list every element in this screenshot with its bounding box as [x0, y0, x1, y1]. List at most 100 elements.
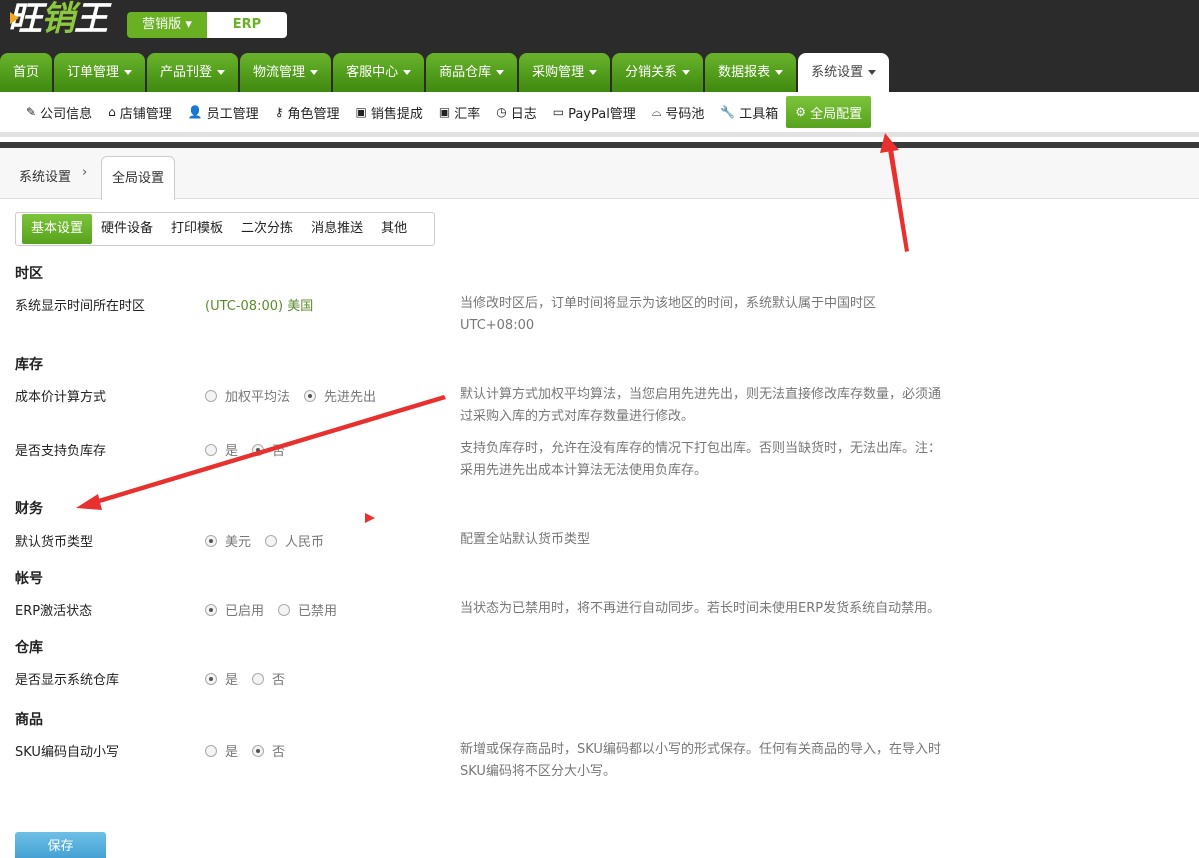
negative-stock-option-no[interactable]: 否: [252, 440, 285, 459]
tab-message-push[interactable]: 消息推送: [302, 214, 372, 244]
edition-switch[interactable]: 营销版 ▾ ERP: [127, 12, 287, 38]
nav-tab-warehouse[interactable]: 商品仓库: [426, 53, 518, 92]
radio-button[interactable]: [205, 744, 217, 757]
subnav-role-manage[interactable]: ⚷ 角色管理: [267, 96, 348, 128]
erp-status-option-disabled[interactable]: 已禁用: [278, 600, 337, 619]
sku-lowercase-radio-group: 是 否: [205, 741, 299, 760]
currency-option-usd[interactable]: 美元: [205, 531, 251, 550]
logo-char-3: 王: [74, 0, 108, 39]
option-label: 人民币: [285, 535, 325, 550]
show-warehouse-label: 是否显示系统仓库: [15, 673, 120, 688]
subnav-toolbox[interactable]: 🔧 工具箱: [712, 96, 786, 128]
money-icon: ▣: [355, 105, 367, 119]
marketing-edition-toggle[interactable]: 营销版 ▾: [127, 12, 207, 38]
radio-button[interactable]: [205, 603, 217, 616]
nav-tab-label: 物流管理: [253, 65, 306, 80]
app-root: 旺销王 营销版 ▾ ERP 首页 订单管理 产品刊登 物流管理 客服中心 商品仓…: [0, 0, 1199, 858]
save-button[interactable]: 保存: [15, 832, 106, 858]
tab-hardware[interactable]: 硬件设备: [92, 214, 162, 244]
sku-lowercase-option-no[interactable]: 否: [252, 741, 285, 760]
nav-tab-orders[interactable]: 订单管理: [54, 53, 146, 92]
app-logo[interactable]: 旺销王: [8, 0, 108, 40]
nav-tab-service[interactable]: 客服中心: [333, 53, 425, 92]
option-label: 是: [225, 745, 239, 760]
breadcrumb-current-tab[interactable]: 全局设置: [101, 156, 175, 200]
tab-print-template[interactable]: 打印模板: [162, 214, 232, 244]
caret-down-icon: [589, 70, 598, 75]
cost-method-option-weighted[interactable]: 加权平均法: [205, 386, 290, 405]
negative-stock-desc: 支持负库存时，允许在没有库存的情况下打包出库。否则当缺货时，无法出库。注：采用先…: [460, 441, 942, 478]
annotation-marker-icon: [365, 513, 375, 523]
negative-stock-option-yes[interactable]: 是: [205, 440, 238, 459]
erp-edition-toggle[interactable]: ERP: [207, 12, 287, 38]
option-label: 否: [272, 673, 286, 688]
subnav-label: 角色管理: [287, 106, 340, 122]
radio-button[interactable]: [252, 672, 265, 685]
cost-method-option-fifo[interactable]: 先进先出: [304, 386, 376, 405]
radio-button[interactable]: [205, 672, 217, 685]
tab-secondary-sorting[interactable]: 二次分拣: [232, 214, 302, 244]
tab-other[interactable]: 其他: [372, 214, 416, 244]
nav-tab-logistics[interactable]: 物流管理: [240, 53, 332, 92]
caret-down-icon: [868, 70, 877, 75]
nav-tab-label: 商品仓库: [439, 65, 492, 80]
inbox-icon: ⌓: [651, 104, 662, 119]
nav-tab-home[interactable]: 首页: [0, 53, 53, 92]
caret-down-icon: [403, 70, 412, 75]
key-icon: ⚷: [274, 105, 284, 119]
sku-lowercase-option-yes[interactable]: 是: [205, 741, 238, 760]
show-warehouse-option-yes[interactable]: 是: [205, 669, 238, 688]
subnav-exchange-rate[interactable]: ▣ 汇率: [431, 96, 488, 128]
erp-status-option-enabled[interactable]: 已启用: [205, 600, 264, 619]
nav-tab-label: 订单管理: [67, 65, 120, 80]
show-warehouse-option-no[interactable]: 否: [252, 669, 285, 688]
nav-tab-distribution[interactable]: 分销关系: [612, 53, 704, 92]
erp-status-label: ERP激活状态: [15, 604, 93, 619]
negative-stock-radio-group: 是 否: [205, 440, 299, 459]
nav-tab-label: 系统设置: [811, 65, 864, 80]
radio-button[interactable]: [252, 443, 265, 456]
option-label: 先进先出: [324, 390, 377, 405]
radio-button[interactable]: [265, 534, 278, 547]
chevron-down-icon: ▾: [185, 17, 192, 32]
subnav-global-config[interactable]: ⚙ 全局配置: [786, 96, 872, 128]
subnav-commission[interactable]: ▣ 销售提成: [348, 96, 431, 128]
nav-tab-settings[interactable]: 系统设置: [798, 53, 890, 92]
radio-button[interactable]: [205, 534, 217, 547]
nav-tab-label: 分销关系: [625, 65, 678, 80]
caret-down-icon: [775, 70, 784, 75]
subnav-label: 员工管理: [206, 106, 259, 122]
currency-option-cny[interactable]: 人民币: [265, 531, 324, 550]
subnav-store-manage[interactable]: ⌂ 店铺管理: [100, 96, 180, 128]
radio-button[interactable]: [304, 389, 317, 402]
subnav-log[interactable]: ◷ 日志: [488, 96, 545, 128]
subnav-label: 公司信息: [40, 106, 93, 122]
radio-button[interactable]: [205, 389, 217, 402]
radio-button[interactable]: [252, 744, 265, 757]
nav-tab-reports[interactable]: 数据报表: [705, 53, 797, 92]
breadcrumb-separator-icon: ›: [82, 165, 88, 180]
currency-radio-group: 美元 人民币: [205, 531, 338, 550]
radio-button[interactable]: [205, 443, 217, 456]
subnav-paypal[interactable]: ▭ PayPal管理: [545, 96, 644, 128]
breadcrumb: 系统设置 › 全局设置: [0, 148, 1199, 200]
subnav-number-pool[interactable]: ⌓ 号码池: [644, 96, 713, 128]
radio-button[interactable]: [278, 603, 291, 616]
section-title-product: 商品: [15, 712, 43, 728]
breadcrumb-root[interactable]: 系统设置: [19, 166, 71, 185]
section-title-inventory: 库存: [15, 357, 43, 373]
erp-status-radio-group: 已启用 已禁用: [205, 600, 351, 619]
subnav-company-info[interactable]: ✎ 公司信息: [18, 96, 100, 128]
subnav-label: 全局配置: [810, 106, 863, 122]
nav-tab-label: 客服中心: [346, 65, 399, 80]
timezone-value[interactable]: (UTC-08:00) 美国: [205, 295, 313, 314]
tab-basic-settings[interactable]: 基本设置: [22, 214, 93, 244]
nav-tab-purchase[interactable]: 采购管理: [519, 53, 611, 92]
negative-stock-label: 是否支持负库存: [15, 444, 107, 459]
subnav-staff-manage[interactable]: 👤 员工管理: [180, 96, 267, 128]
subnav-label: 汇率: [454, 106, 481, 122]
user-icon: 👤: [187, 105, 203, 119]
credit-card-icon: ▭: [552, 105, 565, 119]
section-title-finance: 财务: [15, 501, 43, 517]
nav-tab-listing[interactable]: 产品刊登: [147, 53, 239, 92]
